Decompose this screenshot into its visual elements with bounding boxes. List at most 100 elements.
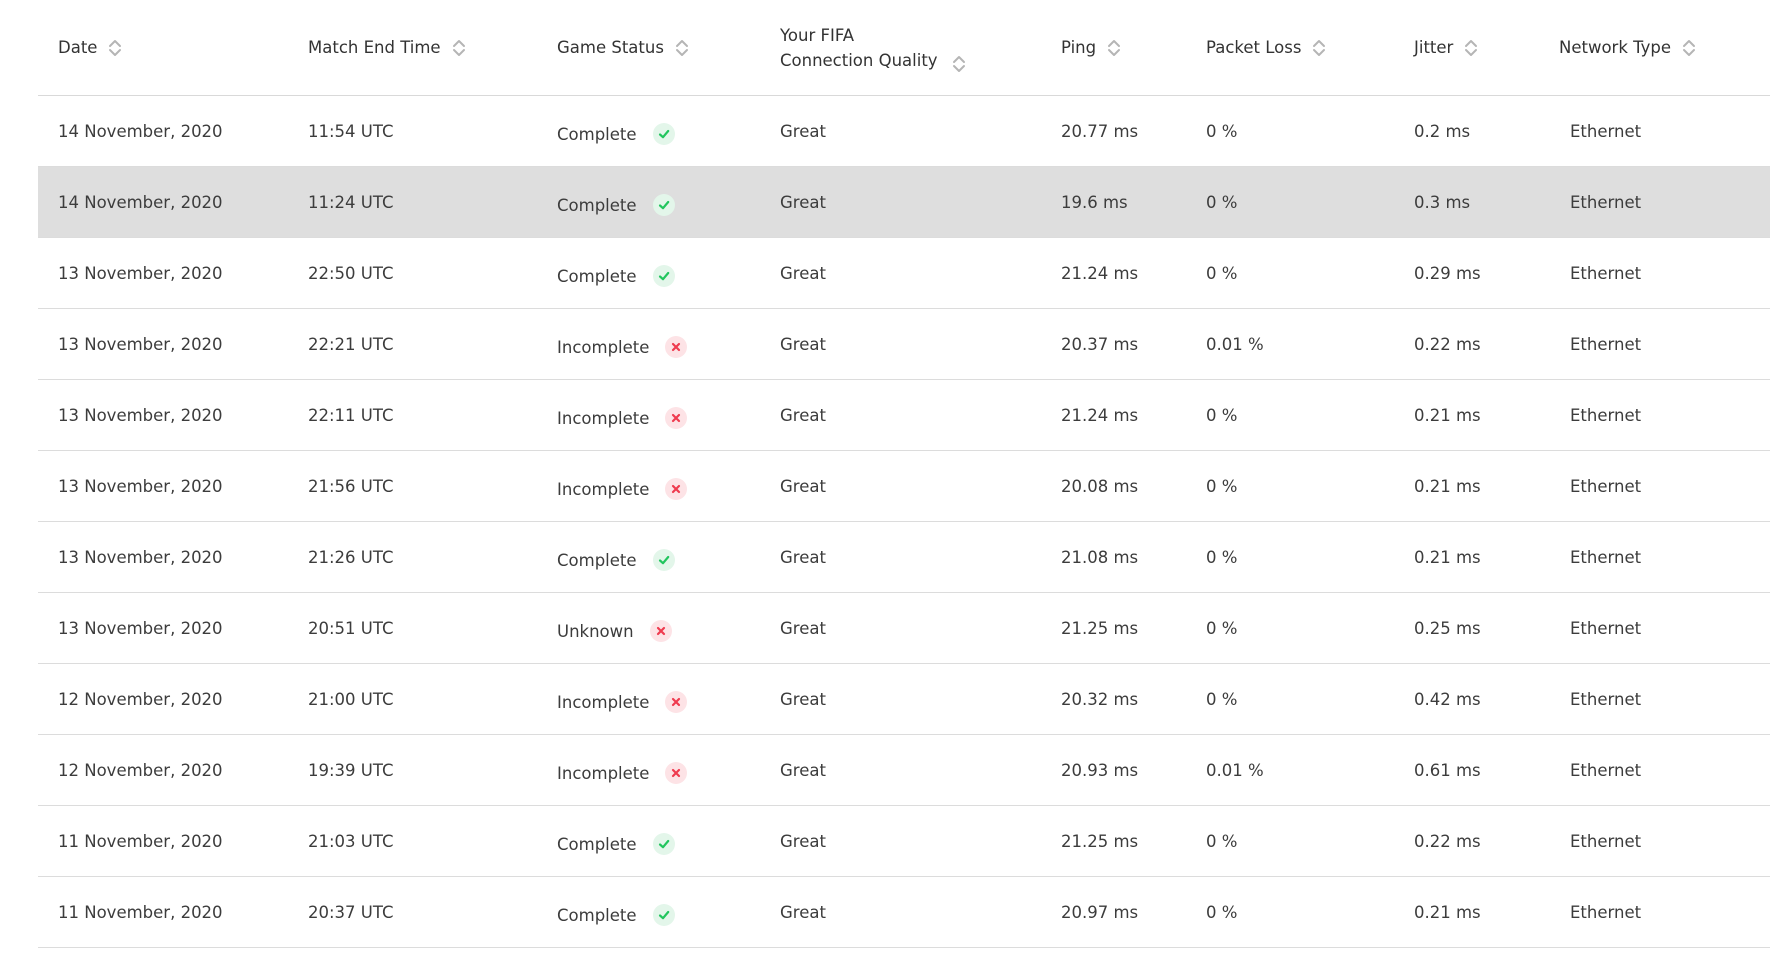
cell-date: 13 November, 2020 <box>58 476 223 496</box>
table-row[interactable]: 12 November, 2020 19:39 UTC Incomplete Grea… <box>38 735 1770 806</box>
cell-ping: 20.97 ms <box>1061 902 1139 922</box>
status-label: Complete <box>557 266 637 286</box>
cross-icon <box>665 762 688 784</box>
cell-network-type: Ethernet <box>1570 689 1642 709</box>
table-row[interactable]: 12 November, 2020 21:00 UTC Incomplete Grea… <box>38 664 1770 735</box>
cell-game-status: Incomplete <box>557 383 688 453</box>
cell-connection-quality: Great <box>780 405 826 425</box>
check-icon <box>652 904 675 926</box>
cell-date: 11 November, 2020 <box>58 831 223 851</box>
table-header: Date Match End Time Game Status Your FIF… <box>38 0 1770 96</box>
cell-network-type: Ethernet <box>1570 547 1642 567</box>
table-row[interactable]: 11 November, 2020 20:37 UTC Complete Great 2… <box>38 877 1770 948</box>
cell-date: 13 November, 2020 <box>58 405 223 425</box>
column-header-connection-quality[interactable]: Your FIFA Connection Quality <box>780 0 966 95</box>
cell-ping: 21.25 ms <box>1061 618 1139 638</box>
cell-game-status: Complete <box>557 241 675 311</box>
cross-icon <box>665 478 688 500</box>
sort-arrows-icon[interactable] <box>952 53 966 75</box>
cell-jitter: 0.29 ms <box>1414 263 1481 283</box>
cell-packet-loss: 0 % <box>1206 831 1238 851</box>
cell-connection-quality: Great <box>780 689 826 709</box>
cell-jitter: 0.25 ms <box>1414 618 1481 638</box>
cell-network-type: Ethernet <box>1570 902 1642 922</box>
column-header-label: Network Type <box>1559 38 1672 57</box>
cell-network-type: Ethernet <box>1570 263 1642 283</box>
cell-match-end-time: 11:24 UTC <box>308 192 394 212</box>
cell-game-status: Complete <box>557 170 675 240</box>
cell-network-type: Ethernet <box>1570 760 1642 780</box>
table-row[interactable]: 14 November, 2020 11:54 UTC Complete Great 2… <box>38 96 1770 167</box>
cell-game-status: Complete <box>557 99 675 169</box>
table-row[interactable]: 13 November, 2020 21:56 UTC Incomplete Grea… <box>38 451 1770 522</box>
column-header-label-line2: Connection Quality <box>780 50 938 70</box>
cell-packet-loss: 0 % <box>1206 902 1238 922</box>
column-header-network-type[interactable]: Network Type <box>1559 0 1696 95</box>
cell-packet-loss: 0 % <box>1206 121 1238 141</box>
cell-jitter: 0.21 ms <box>1414 902 1481 922</box>
cell-jitter: 0.61 ms <box>1414 760 1481 780</box>
status-label: Complete <box>557 124 637 144</box>
sort-arrows-icon[interactable] <box>1682 37 1696 59</box>
cross-icon <box>665 336 688 358</box>
cell-ping: 21.24 ms <box>1061 405 1139 425</box>
column-header-game-status[interactable]: Game Status <box>557 0 689 95</box>
cell-ping: 21.25 ms <box>1061 831 1139 851</box>
cell-packet-loss: 0 % <box>1206 547 1238 567</box>
cell-game-status: Incomplete <box>557 738 688 808</box>
table-body: 14 November, 2020 11:54 UTC Complete Great 2… <box>38 96 1770 948</box>
table-row[interactable]: 13 November, 2020 22:50 UTC Complete Great 2… <box>38 238 1770 309</box>
cell-ping: 20.77 ms <box>1061 121 1139 141</box>
check-icon <box>652 549 675 571</box>
column-header-packet-loss[interactable]: Packet Loss <box>1206 0 1326 95</box>
cell-match-end-time: 22:50 UTC <box>308 263 394 283</box>
cell-date: 12 November, 2020 <box>58 760 223 780</box>
sort-arrows-icon[interactable] <box>1107 37 1121 59</box>
sort-arrows-icon[interactable] <box>1464 37 1478 59</box>
cell-date: 13 November, 2020 <box>58 618 223 638</box>
status-label: Incomplete <box>557 408 650 428</box>
table-row[interactable]: 13 November, 2020 21:26 UTC Complete Great 2… <box>38 522 1770 593</box>
cell-connection-quality: Great <box>780 334 826 354</box>
column-header-match-end-time[interactable]: Match End Time <box>308 0 466 95</box>
cell-network-type: Ethernet <box>1570 334 1642 354</box>
cross-icon <box>665 407 688 429</box>
cell-packet-loss: 0 % <box>1206 405 1238 425</box>
table-row[interactable]: 11 November, 2020 21:03 UTC Complete Great 2… <box>38 806 1770 877</box>
sort-arrows-icon[interactable] <box>675 37 689 59</box>
cell-date: 14 November, 2020 <box>58 121 223 141</box>
cell-match-end-time: 21:56 UTC <box>308 476 394 496</box>
check-icon <box>652 833 675 855</box>
cell-jitter: 0.22 ms <box>1414 831 1481 851</box>
status-label: Unknown <box>557 621 634 641</box>
cell-date: 13 November, 2020 <box>58 334 223 354</box>
cell-game-status: Complete <box>557 525 675 595</box>
table-row[interactable]: 13 November, 2020 22:21 UTC Incomplete Grea… <box>38 309 1770 380</box>
cell-connection-quality: Great <box>780 121 826 141</box>
table-row[interactable]: 13 November, 2020 22:11 UTC Incomplete Grea… <box>38 380 1770 451</box>
column-header-date[interactable]: Date <box>58 0 122 95</box>
table-row[interactable]: 13 November, 2020 20:51 UTC Unknown Great 21… <box>38 593 1770 664</box>
status-label: Incomplete <box>557 692 650 712</box>
status-label: Incomplete <box>557 337 650 357</box>
sort-arrows-icon[interactable] <box>108 37 122 59</box>
cell-date: 13 November, 2020 <box>58 547 223 567</box>
cell-network-type: Ethernet <box>1570 476 1642 496</box>
table-row[interactable]: 14 November, 2020 11:24 UTC Complete Great 1… <box>38 167 1770 238</box>
check-icon <box>652 123 675 145</box>
cell-packet-loss: 0.01 % <box>1206 760 1264 780</box>
cell-game-status: Incomplete <box>557 454 688 524</box>
column-header-jitter[interactable]: Jitter <box>1414 0 1478 95</box>
status-label: Incomplete <box>557 763 650 783</box>
sort-arrows-icon[interactable] <box>452 37 466 59</box>
cell-match-end-time: 22:21 UTC <box>308 334 394 354</box>
cell-ping: 19.6 ms <box>1061 192 1128 212</box>
sort-arrows-icon[interactable] <box>1312 37 1326 59</box>
cell-match-end-time: 20:51 UTC <box>308 618 394 638</box>
column-header-label: Date <box>58 38 98 57</box>
cell-date: 13 November, 2020 <box>58 263 223 283</box>
column-header-ping[interactable]: Ping <box>1061 0 1121 95</box>
cell-network-type: Ethernet <box>1570 831 1642 851</box>
cell-jitter: 0.3 ms <box>1414 192 1471 212</box>
cell-packet-loss: 0 % <box>1206 618 1238 638</box>
